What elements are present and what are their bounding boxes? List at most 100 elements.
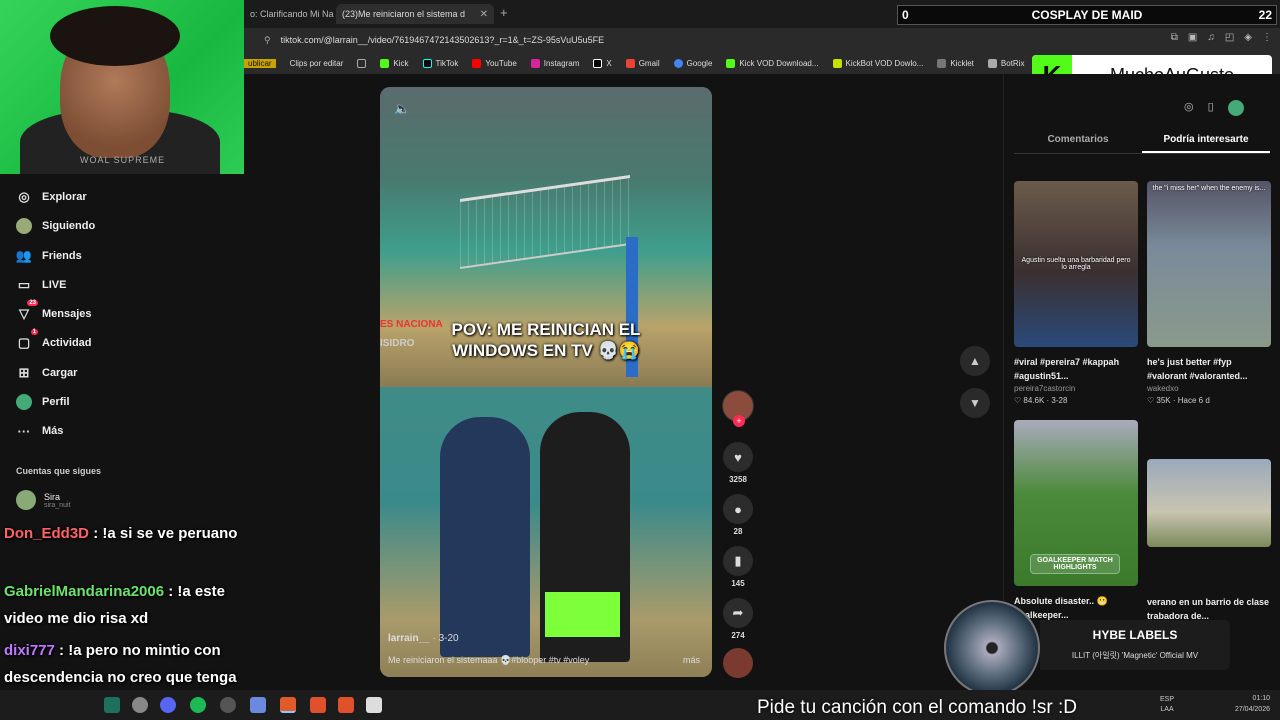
video-author[interactable]: larrain__ · 3-20 [388, 633, 459, 644]
following-handle: sira_nuit [44, 501, 71, 509]
chat-message: Don_Edd3D : !a si se ve peruano [4, 520, 248, 547]
new-tab-button[interactable]: + [500, 5, 508, 20]
following-item[interactable]: Sira sira_nuit [16, 490, 70, 510]
tab-recommended[interactable]: Podría interesarte [1142, 130, 1270, 153]
tab-comentarios[interactable]: Comentarios [1014, 130, 1142, 153]
browser-icon[interactable] [310, 697, 326, 713]
extension-icon[interactable]: ▣ [1188, 32, 1197, 43]
nav-item-mensajes[interactable]: ▽ 23 Mensajes [16, 300, 92, 322]
nav-item-actividad[interactable]: ▢ 1 Actividad [16, 329, 92, 351]
nav-item-cargar[interactable]: ⊞ Cargar [16, 365, 78, 381]
bookmark[interactable]: Kick [380, 58, 409, 68]
extension-icon[interactable]: ♫ [1207, 32, 1215, 43]
nav-item-friends[interactable]: 👥 Friends [16, 248, 82, 264]
follow-plus-icon[interactable]: + [733, 415, 745, 427]
menu-icon[interactable]: ⋮ [1262, 32, 1272, 43]
recommended-card[interactable]: verano en un barrio de clase trabadora d… [1147, 459, 1271, 623]
bookmark[interactable]: KickBot VOD Dowlo... [832, 58, 923, 68]
language-indicator[interactable]: ESP LAA [1160, 695, 1174, 715]
bookmark[interactable]: Google [673, 58, 712, 68]
share-button[interactable]: ➦ 274 [722, 598, 754, 640]
save-button[interactable]: ▮ 145 [722, 546, 754, 588]
card-user: pereira7castorcin [1014, 384, 1076, 393]
bookmark[interactable]: Kick VOD Download... [726, 58, 819, 68]
extension-icon[interactable]: ◰ [1225, 32, 1234, 43]
nav-item-perfil[interactable]: Perfil [16, 394, 70, 410]
bookmark[interactable]: BotRix [987, 58, 1024, 68]
green-shorts [545, 592, 620, 637]
nav-item-siguiendo[interactable]: Siguiendo [16, 218, 95, 234]
bookmark[interactable] [357, 58, 367, 68]
card-user: wakedxo [1147, 384, 1179, 393]
browser-tab-active[interactable]: (23)Me reiniciaron el sistema d ✕ [336, 4, 494, 24]
previous-video-button[interactable]: ▲ [960, 346, 990, 376]
volume-icon[interactable]: 🔈 [394, 101, 410, 117]
nav-label: Perfil [42, 396, 70, 408]
caption-line: POV: ME REINICIAN EL [451, 320, 641, 339]
discord-icon[interactable] [160, 697, 176, 713]
taskbar: ESP LAA 01:10 27/04/2026 [0, 690, 1280, 720]
thumb-label: GOALKEEPER MATCH HIGHLIGHTS [1030, 554, 1120, 574]
bookmark[interactable]: YouTube [472, 58, 517, 68]
shirt-text: WOAL SUPREME [80, 155, 166, 165]
chat-user: dixi777 [4, 642, 55, 659]
browser-toolbar: ⚲ tiktok.com/@larrain__/video/7619467472… [244, 28, 1280, 52]
nav-item-mas[interactable]: ··· Más [16, 423, 64, 439]
thumb-overlay-text: Agustin suelta una barbaridad pero lo ar… [1021, 257, 1131, 271]
address-bar[interactable]: ⚲ tiktok.com/@larrain__/video/7619467472… [256, 31, 956, 49]
browser-icon[interactable] [280, 697, 296, 713]
more-icon: ··· [17, 423, 31, 439]
app-icon[interactable] [132, 697, 148, 713]
avatar[interactable] [1227, 100, 1244, 116]
like-button[interactable]: ♥ 3258 [722, 442, 754, 484]
chat-user: GabrielMandarina2006 [4, 583, 165, 600]
kicklet-icon [937, 58, 947, 68]
music-avatar[interactable] [722, 648, 754, 678]
recommended-card[interactable]: Agustin suelta una barbaridad pero lo ar… [1014, 181, 1138, 405]
browser-icon[interactable] [338, 697, 354, 713]
bookmark[interactable]: Clips por editar [290, 59, 344, 68]
nav-item-live[interactable]: ▭ LIVE [16, 277, 67, 293]
bookmark[interactable]: Instagram [530, 58, 579, 68]
messages-badge: 23 [27, 300, 38, 306]
compass-icon[interactable]: ◎ [1184, 100, 1194, 116]
next-video-button[interactable]: ▼ [960, 388, 990, 418]
recommended-card[interactable]: the "i miss her" when the enemy is... he… [1147, 181, 1271, 405]
site-info-icon[interactable]: ⚲ [264, 35, 271, 46]
comment-button[interactable]: ● 28 [722, 494, 754, 536]
bookmark[interactable]: Gmail [625, 58, 660, 68]
video-player[interactable]: ES NACIONA ISIDRO POV: ME REINICIAN EL WIN… [380, 87, 712, 677]
card-title: #viral #pereira7 #kappah #agustin51... [1014, 357, 1120, 381]
nav-item-explorar[interactable]: ◎ Explorar [16, 189, 87, 205]
bookmark[interactable]: X [593, 58, 612, 68]
extension-icon[interactable]: ⧉ [1171, 32, 1178, 43]
following-name: Sira [44, 491, 61, 502]
recommended-card[interactable]: GOALKEEPER MATCH HIGHLIGHTS Absolute dis… [1014, 420, 1138, 622]
more-link[interactable]: más [683, 655, 700, 665]
author-avatar[interactable]: + [722, 390, 754, 427]
spotify-icon[interactable] [190, 697, 206, 713]
app-icon[interactable] [220, 697, 236, 713]
browser-tab[interactable]: o: Clarificando Mi Na [244, 4, 334, 24]
compass-icon: ◎ [18, 189, 30, 204]
bookmark[interactable]: ublicar [244, 58, 276, 68]
bookmark-label: TikTok [435, 58, 459, 68]
messages-icon: ▽ 23 [19, 300, 38, 321]
bookmark[interactable]: Kicklet [937, 58, 974, 68]
extension-icon[interactable]: ◈ [1244, 32, 1252, 43]
now-playing-box: HYBE LABELS ILLIT (아일릿) 'Magnetic' Offic… [1040, 620, 1230, 670]
x-icon [593, 58, 603, 68]
heart-icon: ♥ [723, 442, 753, 472]
heart-icon: ♡ [1147, 396, 1155, 405]
phone-icon[interactable]: ▯ [1208, 100, 1214, 116]
card-likes: 35K [1156, 396, 1171, 405]
bookmark-label: Gmail [638, 58, 660, 68]
app-icon[interactable] [250, 697, 266, 713]
bookmark[interactable]: TikTok [422, 58, 459, 68]
clock[interactable]: 01:10 27/04/2026 [1235, 693, 1270, 715]
nav-label: Explorar [42, 191, 87, 203]
close-tab-icon[interactable]: ✕ [480, 9, 488, 20]
like-count: 3258 [729, 475, 747, 484]
app-icon[interactable] [104, 697, 120, 713]
file-icon[interactable] [366, 697, 382, 713]
